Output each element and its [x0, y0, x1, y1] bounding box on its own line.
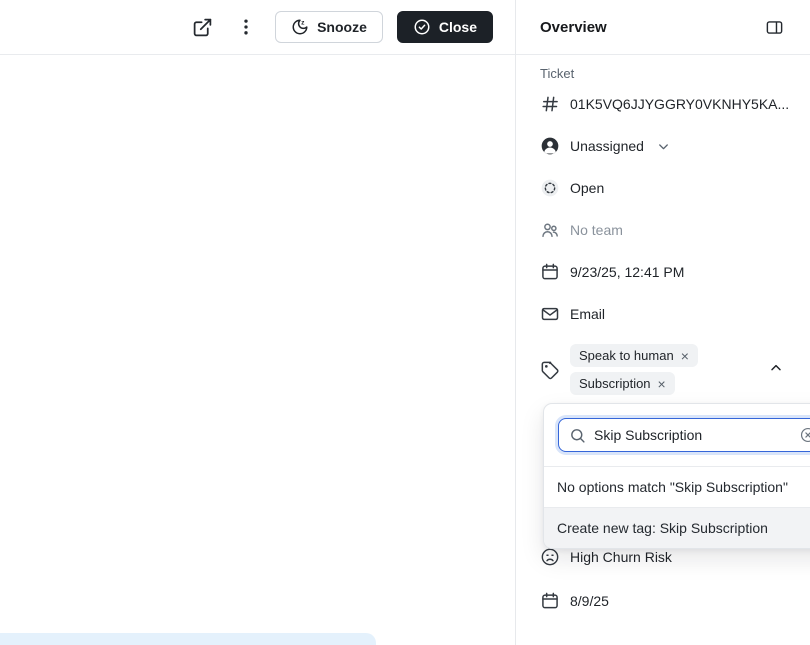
close-ticket-button[interactable]: Close: [397, 11, 493, 43]
no-options-message: No options match "Skip Subscription": [544, 467, 810, 507]
status-value: Open: [570, 180, 604, 196]
composer-preview-edge: [0, 633, 376, 645]
external-link-icon: [192, 17, 213, 38]
clear-search-button[interactable]: [799, 426, 810, 444]
tag-chip: Speak to human ×: [570, 344, 698, 367]
tag-remove-icon[interactable]: ×: [681, 349, 689, 363]
tags-row: Speak to human × Subscription ×: [540, 344, 698, 395]
status-row: Open: [540, 176, 604, 200]
kebab-menu-icon: [236, 17, 256, 37]
churn-date-row: 8/9/25: [540, 589, 609, 613]
chevron-down-icon: [656, 139, 671, 154]
clear-circle-x-icon: [799, 426, 810, 444]
create-new-tag-option[interactable]: Create new tag: Skip Subscription: [544, 508, 810, 548]
mail-icon: [540, 304, 560, 324]
tags-collapse-button[interactable]: [764, 356, 788, 380]
ticket-main-pane: z Snooze Close: [0, 0, 516, 645]
tag-icon: [540, 360, 560, 380]
overview-panel: Overview Ticket 01K5VQ6JJYGGRY0VKNHY5KA.…: [516, 0, 810, 645]
team-row: No team: [540, 218, 623, 242]
frown-face-icon: [540, 547, 560, 567]
search-icon: [569, 427, 586, 444]
hash-icon: [540, 94, 560, 114]
open-in-new-window-button[interactable]: [187, 12, 217, 42]
team-users-icon: [540, 220, 560, 240]
tag-chip: Subscription ×: [570, 372, 675, 395]
snooze-button[interactable]: z Snooze: [275, 11, 383, 43]
ticket-section-label: Ticket: [540, 66, 574, 81]
tag-chip-label: Subscription: [579, 376, 651, 391]
side-panel-icon: [765, 18, 784, 37]
ticket-id-row: 01K5VQ6JJYGGRY0VKNHY5KA...: [540, 92, 789, 116]
tag-search-box: [558, 418, 810, 452]
chevron-up-icon: [768, 360, 784, 376]
created-at-value: 9/23/25, 12:41 PM: [570, 264, 684, 280]
created-at-row: 9/23/25, 12:41 PM: [540, 260, 684, 284]
calendar-icon: [540, 262, 560, 282]
calendar-icon: [540, 591, 560, 611]
ticket-toolbar: z Snooze Close: [0, 0, 515, 55]
assignee-avatar-icon: [540, 136, 560, 156]
churn-date-value: 8/9/25: [570, 593, 609, 609]
churn-risk-value: High Churn Risk: [570, 549, 672, 565]
channel-row: Email: [540, 302, 605, 326]
tag-chip-list: Speak to human × Subscription ×: [570, 344, 698, 395]
team-value: No team: [570, 222, 623, 238]
check-circle-icon: [413, 18, 431, 36]
assignee-value: Unassigned: [570, 138, 644, 154]
channel-value: Email: [570, 306, 605, 322]
tag-chip-label: Speak to human: [579, 348, 674, 363]
more-actions-button[interactable]: [231, 12, 261, 42]
panel-title: Overview: [540, 19, 607, 36]
close-button-label: Close: [439, 19, 477, 35]
overview-panel-header: Overview: [516, 0, 810, 55]
tag-search-container: [544, 404, 810, 466]
tag-remove-icon[interactable]: ×: [658, 377, 666, 391]
open-status-icon: [540, 178, 560, 198]
assignee-row[interactable]: Unassigned: [540, 134, 671, 158]
svg-text:z: z: [301, 19, 305, 26]
toggle-side-panel-button[interactable]: [762, 15, 786, 39]
ticket-id-value: 01K5VQ6JJYGGRY0VKNHY5KA...: [570, 96, 789, 112]
snooze-moon-icon: z: [291, 18, 309, 36]
tag-search-dropdown: No options match "Skip Subscription" Cre…: [543, 403, 810, 549]
tag-search-input[interactable]: [594, 427, 791, 443]
snooze-button-label: Snooze: [317, 19, 367, 35]
